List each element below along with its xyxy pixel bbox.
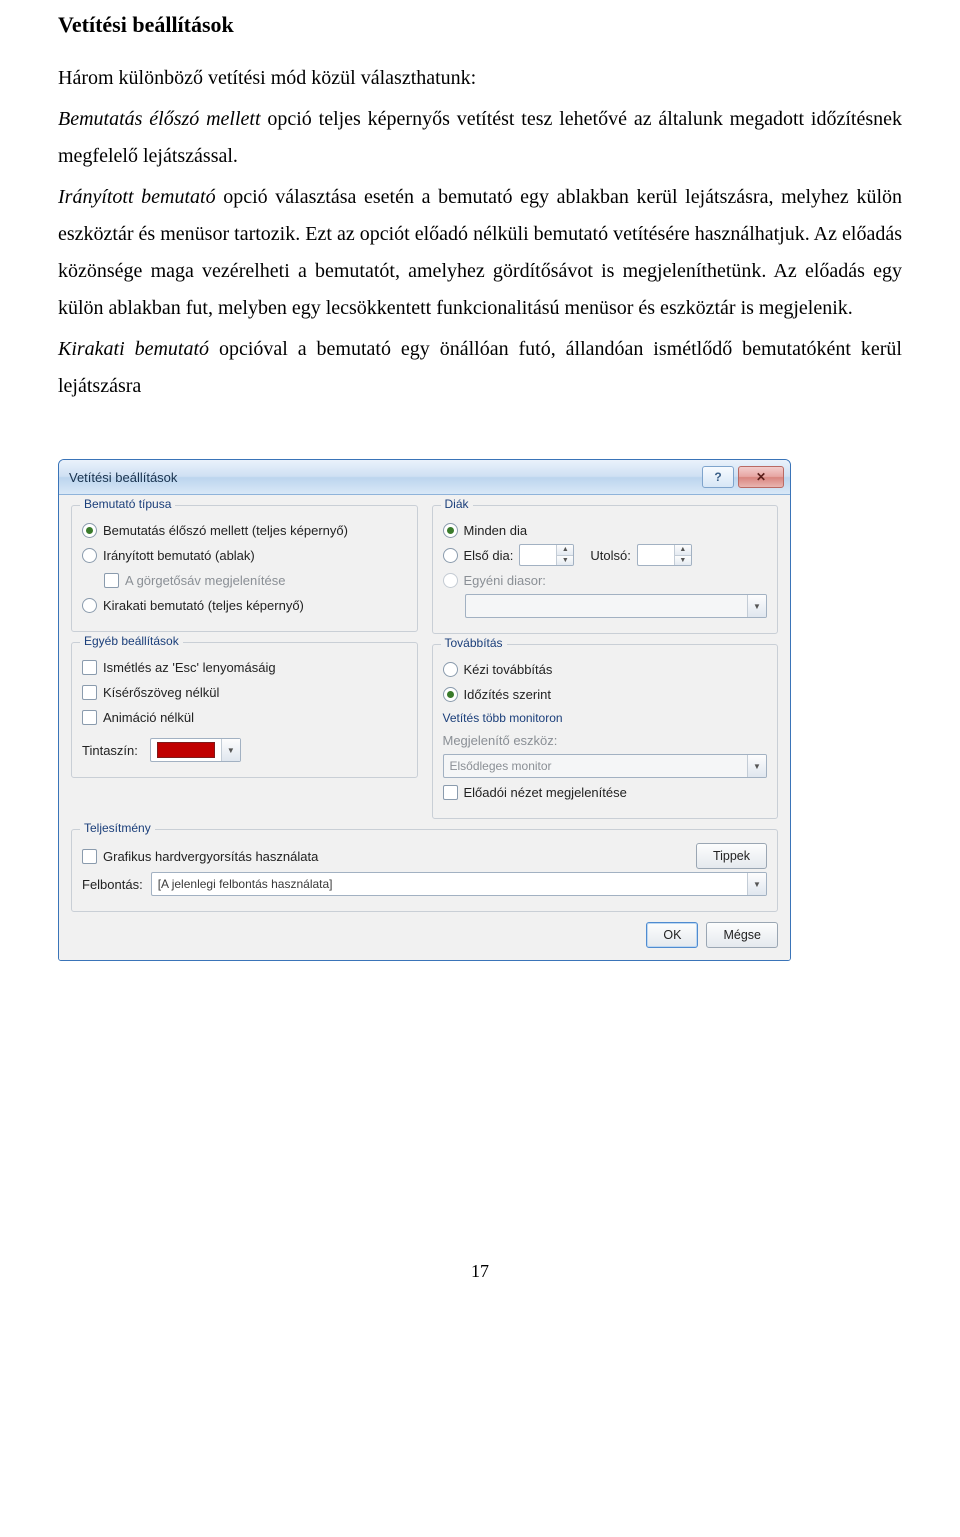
radio-label-all: Minden dia <box>464 523 528 538</box>
check-label-loop: Ismétlés az 'Esc' lenyomásáig <box>103 660 276 675</box>
checkbox-icon <box>104 573 119 588</box>
chevron-up-icon: ▲ <box>675 545 691 556</box>
label-display-device: Megjelenítő eszköz: <box>443 733 558 748</box>
term-bemutatas: Bemutatás élőszó mellett <box>58 108 261 130</box>
ok-button[interactable]: OK <box>646 922 698 948</box>
combo-display-device: Elsődleges monitor ▼ <box>443 754 768 778</box>
radio-row-custom-show: Egyéni diasor: <box>443 569 768 591</box>
radio-row-timings[interactable]: Időzítés szerint <box>443 683 768 705</box>
legend-other: Egyéb beállítások <box>80 634 183 648</box>
legend-advance: Továbbítás <box>441 636 507 650</box>
doc-p2: Bemutatás élőszó mellett opció teljes ké… <box>58 101 902 175</box>
group-other-options: Egyéb beállítások Ismétlés az 'Esc' leny… <box>71 642 418 778</box>
close-icon: ✕ <box>756 470 766 484</box>
dialog-screenshot: Vetítési beállítások ? ✕ Bemutató típusa… <box>58 459 791 961</box>
chevron-down-icon: ▼ <box>675 556 691 566</box>
doc-heading: Vetítési beállítások <box>58 12 902 38</box>
radio-row-presenter[interactable]: Bemutatás élőszó mellett (teljes képerny… <box>82 519 407 541</box>
check-row-loop[interactable]: Ismétlés az 'Esc' lenyomásáig <box>82 656 407 678</box>
chevron-down-icon: ▼ <box>557 556 573 566</box>
combo-resolution[interactable]: [A jelenlegi felbontás használata] ▼ <box>151 872 767 896</box>
chevron-down-icon: ▼ <box>221 739 240 761</box>
radio-label-presenter: Bemutatás élőszó mellett (teljes képerny… <box>103 523 348 538</box>
group-slides: Diák Minden dia Első dia: ▲▼ <box>432 505 779 634</box>
check-row-no-narration[interactable]: Kísérőszöveg nélkül <box>82 681 407 703</box>
chevron-down-icon: ▼ <box>747 873 766 895</box>
cancel-button[interactable]: Mégse <box>706 922 778 948</box>
group-performance: Teljesítmény Grafikus hardvergyorsítás h… <box>71 829 778 912</box>
term-kirakati: Kirakati bemutató <box>58 338 209 360</box>
doc-p3: Irányított bemutató opció választása ese… <box>58 179 902 327</box>
radio-icon <box>443 662 458 677</box>
page-number: 17 <box>0 1261 960 1282</box>
check-label-no-narration: Kísérőszöveg nélkül <box>103 685 219 700</box>
spinner-to[interactable]: ▲▼ <box>637 544 692 566</box>
radio-label-from: Első dia: <box>464 548 514 563</box>
check-row-no-animation[interactable]: Animáció nélkül <box>82 706 407 728</box>
check-label-scrollbar: A görgetősáv megjelenítése <box>125 573 285 588</box>
ink-color-label: Tintaszín: <box>82 743 138 758</box>
doc-p1: Három különböző vetítési mód közül válas… <box>58 60 902 97</box>
chevron-up-icon: ▲ <box>557 545 573 556</box>
checkbox-icon <box>82 849 97 864</box>
combo-resolution-value: [A jelenlegi felbontás használata] <box>152 873 747 895</box>
group-show-type: Bemutató típusa Bemutatás élőszó mellett… <box>71 505 418 632</box>
help-icon: ? <box>714 470 721 484</box>
radio-row-kiosk[interactable]: Kirakati bemutató (teljes képernyő) <box>82 594 407 616</box>
close-button[interactable]: ✕ <box>738 466 784 488</box>
spinner-from[interactable]: ▲▼ <box>519 544 574 566</box>
radio-icon <box>82 598 97 613</box>
check-row-scrollbar: A görgetősáv megjelenítése <box>104 569 407 591</box>
checkbox-icon <box>443 785 458 800</box>
radio-label-custom: Egyéni diasor: <box>464 573 546 588</box>
chevron-down-icon: ▼ <box>747 755 766 777</box>
subhead-monitors: Vetítés több monitoron <box>443 711 768 725</box>
legend-performance: Teljesítmény <box>80 821 155 835</box>
label-to: Utolsó: <box>590 548 630 563</box>
legend-show-type: Bemutató típusa <box>80 497 175 511</box>
radio-icon <box>443 687 458 702</box>
help-button[interactable]: ? <box>702 466 734 488</box>
radio-row-all-slides[interactable]: Minden dia <box>443 519 768 541</box>
combo-display-value: Elsődleges monitor <box>444 755 748 777</box>
check-label-no-animation: Animáció nélkül <box>103 710 194 725</box>
tips-button[interactable]: Tippek <box>696 843 767 869</box>
radio-icon <box>443 523 458 538</box>
ink-color-picker[interactable]: ▼ <box>150 738 241 762</box>
radio-label-timings: Időzítés szerint <box>464 687 551 702</box>
checkbox-icon <box>82 660 97 675</box>
group-advance: Továbbítás Kézi továbbítás Időzítés szer… <box>432 644 779 819</box>
radio-icon <box>82 523 97 538</box>
checkbox-icon <box>82 710 97 725</box>
checkbox-icon <box>82 685 97 700</box>
legend-slides: Diák <box>441 497 473 511</box>
check-label-presenter-view: Előadói nézet megjelenítése <box>464 785 627 800</box>
radio-row-manual[interactable]: Kézi továbbítás <box>443 658 768 680</box>
term-iranyitott: Irányított bemutató <box>58 186 216 208</box>
radio-label-kiosk: Kirakati bemutató (teljes képernyő) <box>103 598 304 613</box>
doc-p4: Kirakati bemutató opcióval a bemutató eg… <box>58 331 902 405</box>
check-row-presenter-view[interactable]: Előadói nézet megjelenítése <box>443 781 768 803</box>
ink-swatch <box>157 742 215 758</box>
radio-icon <box>443 573 458 588</box>
check-label-hwaccel[interactable]: Grafikus hardvergyorsítás használata <box>103 849 318 864</box>
radio-label-browsed: Irányított bemutató (ablak) <box>103 548 255 563</box>
radio-row-browsed[interactable]: Irányított bemutató (ablak) <box>82 544 407 566</box>
radio-row-slide-range[interactable]: Első dia: ▲▼ Utolsó: ▲▼ <box>443 544 768 566</box>
label-resolution: Felbontás: <box>82 877 143 892</box>
chevron-down-icon: ▼ <box>747 595 766 617</box>
radio-icon <box>443 548 458 563</box>
radio-label-manual: Kézi továbbítás <box>464 662 553 677</box>
combo-custom-show: ▼ <box>465 594 768 618</box>
dialog-title: Vetítési beállítások <box>69 470 698 485</box>
radio-icon <box>82 548 97 563</box>
dialog-titlebar[interactable]: Vetítési beállítások ? ✕ <box>59 460 790 495</box>
